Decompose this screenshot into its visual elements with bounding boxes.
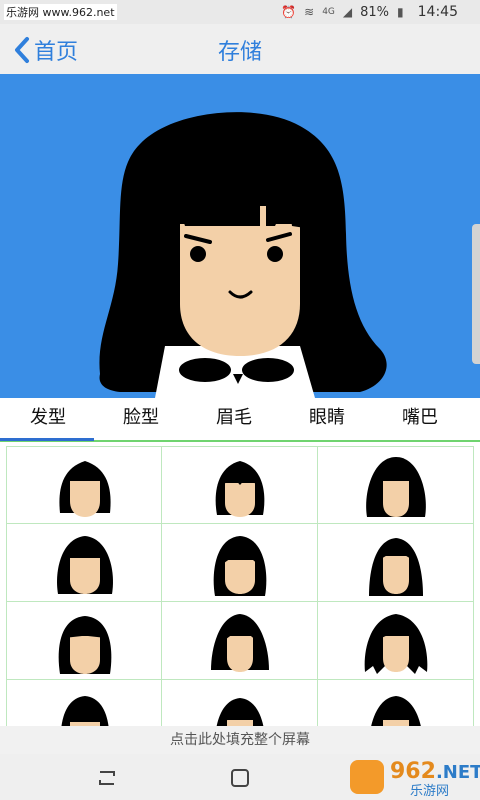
hairstyle-item[interactable] [162, 680, 318, 726]
hairstyle-item[interactable] [318, 602, 474, 680]
chevron-left-icon [15, 37, 29, 63]
category-tabs: 发型 脸型 眉毛 眼睛 嘴巴 [0, 398, 480, 442]
hairstyle-item[interactable] [6, 602, 162, 680]
hairstyle-12-icon [371, 696, 421, 726]
wifi-icon: ≋ [304, 5, 315, 19]
hairstyle-grid-scroll[interactable] [6, 446, 474, 726]
signal-icon: ◢ [342, 5, 353, 19]
hairstyle-9-icon [364, 614, 428, 674]
side-drawer-handle[interactable] [472, 224, 480, 364]
tab-mouth[interactable]: 嘴巴 [372, 398, 468, 438]
logo-subtitle: 乐游网 [410, 784, 450, 799]
hairstyle-item[interactable] [6, 680, 162, 726]
hairstyle-10-icon [61, 696, 109, 726]
recent-apps-icon[interactable] [96, 768, 118, 788]
clock: 14:45 [417, 4, 458, 20]
hairstyle-item[interactable] [162, 602, 318, 680]
tab-eyebrows[interactable]: 眉毛 [186, 398, 282, 438]
hairstyle-grid [6, 446, 474, 726]
tab-face-shape[interactable]: 脸型 [93, 398, 189, 438]
battery-percent: 81% [360, 4, 390, 20]
system-nav-bar: 962.NET 乐游网 [0, 754, 480, 800]
tab-hairstyle[interactable]: 发型 [0, 398, 96, 438]
status-bar: 乐游网 www.962.net ⏰ ≋ 4G ◢ 81% ▮ 14:45 [0, 0, 480, 24]
battery-icon: ▮ [397, 5, 404, 19]
hairstyle-item[interactable] [162, 446, 318, 524]
home-icon[interactable] [230, 768, 250, 788]
hairstyle-item[interactable] [318, 446, 474, 524]
hairstyle-item[interactable] [6, 446, 162, 524]
back-button[interactable]: 首页 [12, 34, 78, 66]
fill-screen-button[interactable]: 点击此处填充整个屏幕 [0, 726, 480, 754]
site-logo: 962.NET 乐游网 [344, 758, 480, 799]
hairstyle-6-icon [369, 538, 423, 596]
hairstyle-5-icon [213, 536, 267, 596]
logo-badge-icon [350, 760, 384, 794]
hairstyle-item[interactable] [318, 524, 474, 602]
hairstyle-4-icon [57, 536, 113, 594]
site-watermark-text: 乐游网 www.962.net [4, 4, 117, 20]
tab-eyes[interactable]: 眼睛 [279, 398, 375, 438]
app-bar: 首页 存储 [0, 24, 480, 74]
hairstyle-11-icon [216, 698, 264, 726]
back-label: 首页 [34, 40, 79, 65]
avatar-illustration [99, 112, 387, 398]
hairstyle-item[interactable] [6, 524, 162, 602]
hairstyle-8-icon [211, 614, 269, 672]
alarm-icon: ⏰ [281, 5, 297, 19]
hairstyle-2-icon [215, 461, 265, 517]
hairstyle-item[interactable] [162, 524, 318, 602]
hairstyle-item[interactable] [318, 680, 474, 726]
hairstyle-1-icon [59, 461, 111, 517]
hairstyle-3-icon [366, 457, 426, 517]
status-icons: ⏰ ≋ 4G ◢ 81% ▮ 14:45 [281, 4, 458, 20]
hairstyle-7-icon [58, 616, 112, 674]
network-type: 4G [322, 7, 335, 17]
active-tab-indicator [0, 438, 94, 441]
avatar-preview [0, 74, 480, 398]
